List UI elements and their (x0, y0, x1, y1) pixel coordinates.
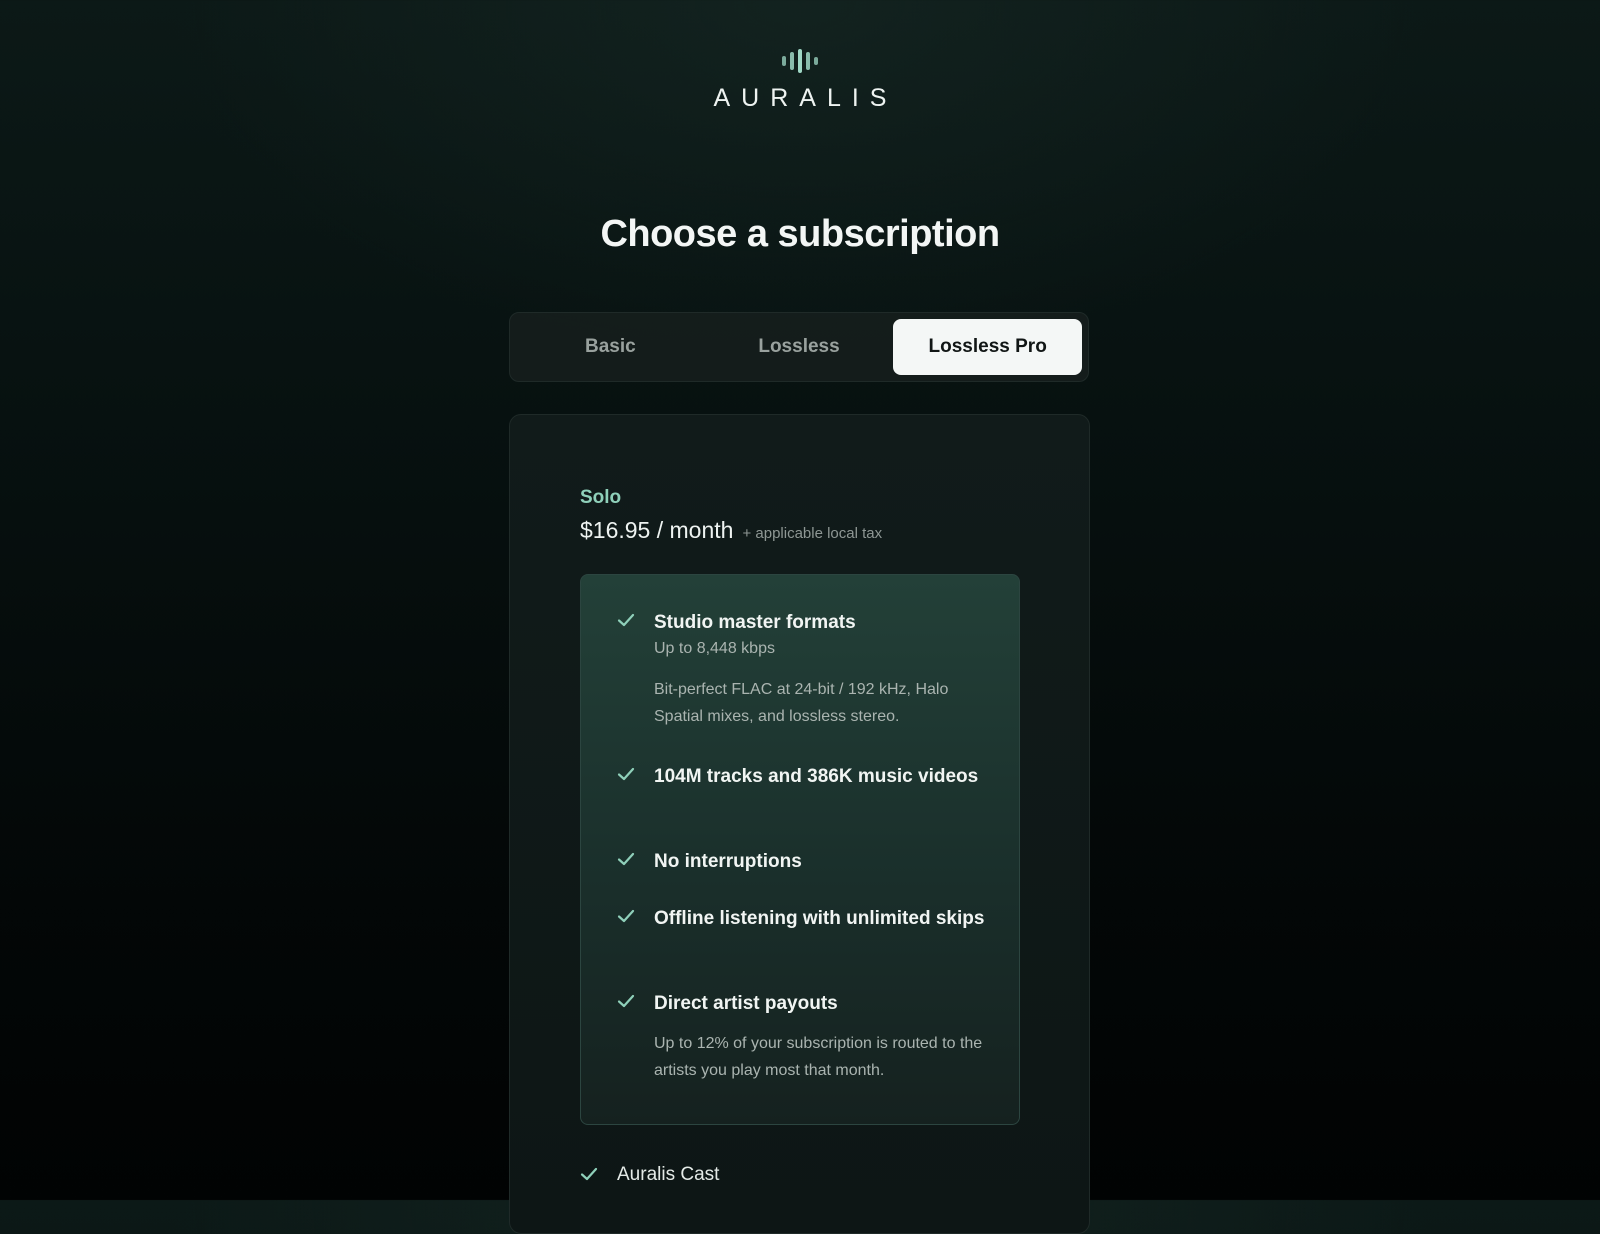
feature-title: Direct artist payouts (654, 993, 838, 1014)
check-icon (617, 994, 635, 1008)
feature-item: No interruptions (617, 848, 987, 875)
tab-basic[interactable]: Basic (516, 319, 705, 375)
check-icon (617, 767, 635, 781)
feature-item: Offline listening with unlimited skips (617, 905, 987, 932)
feature-title: Studio master formats (654, 612, 856, 633)
tax-note: + applicable local tax (742, 525, 883, 542)
plan-card: Solo $16.95 / month + applicable local t… (509, 414, 1090, 1234)
plan-tier-name: Solo (580, 487, 622, 508)
extra-feature-label: Auralis Cast (617, 1164, 720, 1185)
price-row: $16.95 / month + applicable local tax (580, 517, 882, 544)
check-icon (617, 852, 635, 866)
feature-subtitle: Up to 8,448 kbps (654, 640, 775, 657)
page-title: Choose a subscription (600, 213, 1000, 255)
brand-name: AURALIS (713, 84, 898, 112)
feature-list: Studio master formats Up to 8,448 kbps B… (580, 574, 1020, 1125)
tab-lossless-pro[interactable]: Lossless Pro (893, 319, 1083, 375)
feature-title: No interruptions (654, 851, 802, 872)
tab-lossless[interactable]: Lossless (705, 319, 894, 375)
feature-title: 104M tracks and 386K music videos (654, 766, 979, 787)
feature-description: Bit-perfect FLAC at 24-bit / 192 kHz, Ha… (654, 681, 949, 725)
feature-item: Direct artist payouts Up to 12% of your … (617, 990, 987, 1084)
check-icon (617, 613, 635, 627)
feature-item: Studio master formats Up to 8,448 kbps B… (617, 609, 987, 730)
plan-price: $16.95 / month (580, 517, 734, 543)
check-icon (617, 909, 635, 923)
feature-description: Up to 12% of your subscription is routed… (654, 1035, 983, 1079)
plan-tabs: Basic Lossless Lossless Pro (509, 312, 1089, 382)
extra-feature-item: Auralis Cast (580, 1161, 1020, 1188)
sound-wave-logo-icon (782, 48, 818, 74)
brand-header: AURALIS (0, 48, 1600, 113)
feature-title: Offline listening with unlimited skips (654, 908, 985, 929)
check-icon (580, 1167, 598, 1181)
feature-item: 104M tracks and 386K music videos (617, 763, 987, 790)
